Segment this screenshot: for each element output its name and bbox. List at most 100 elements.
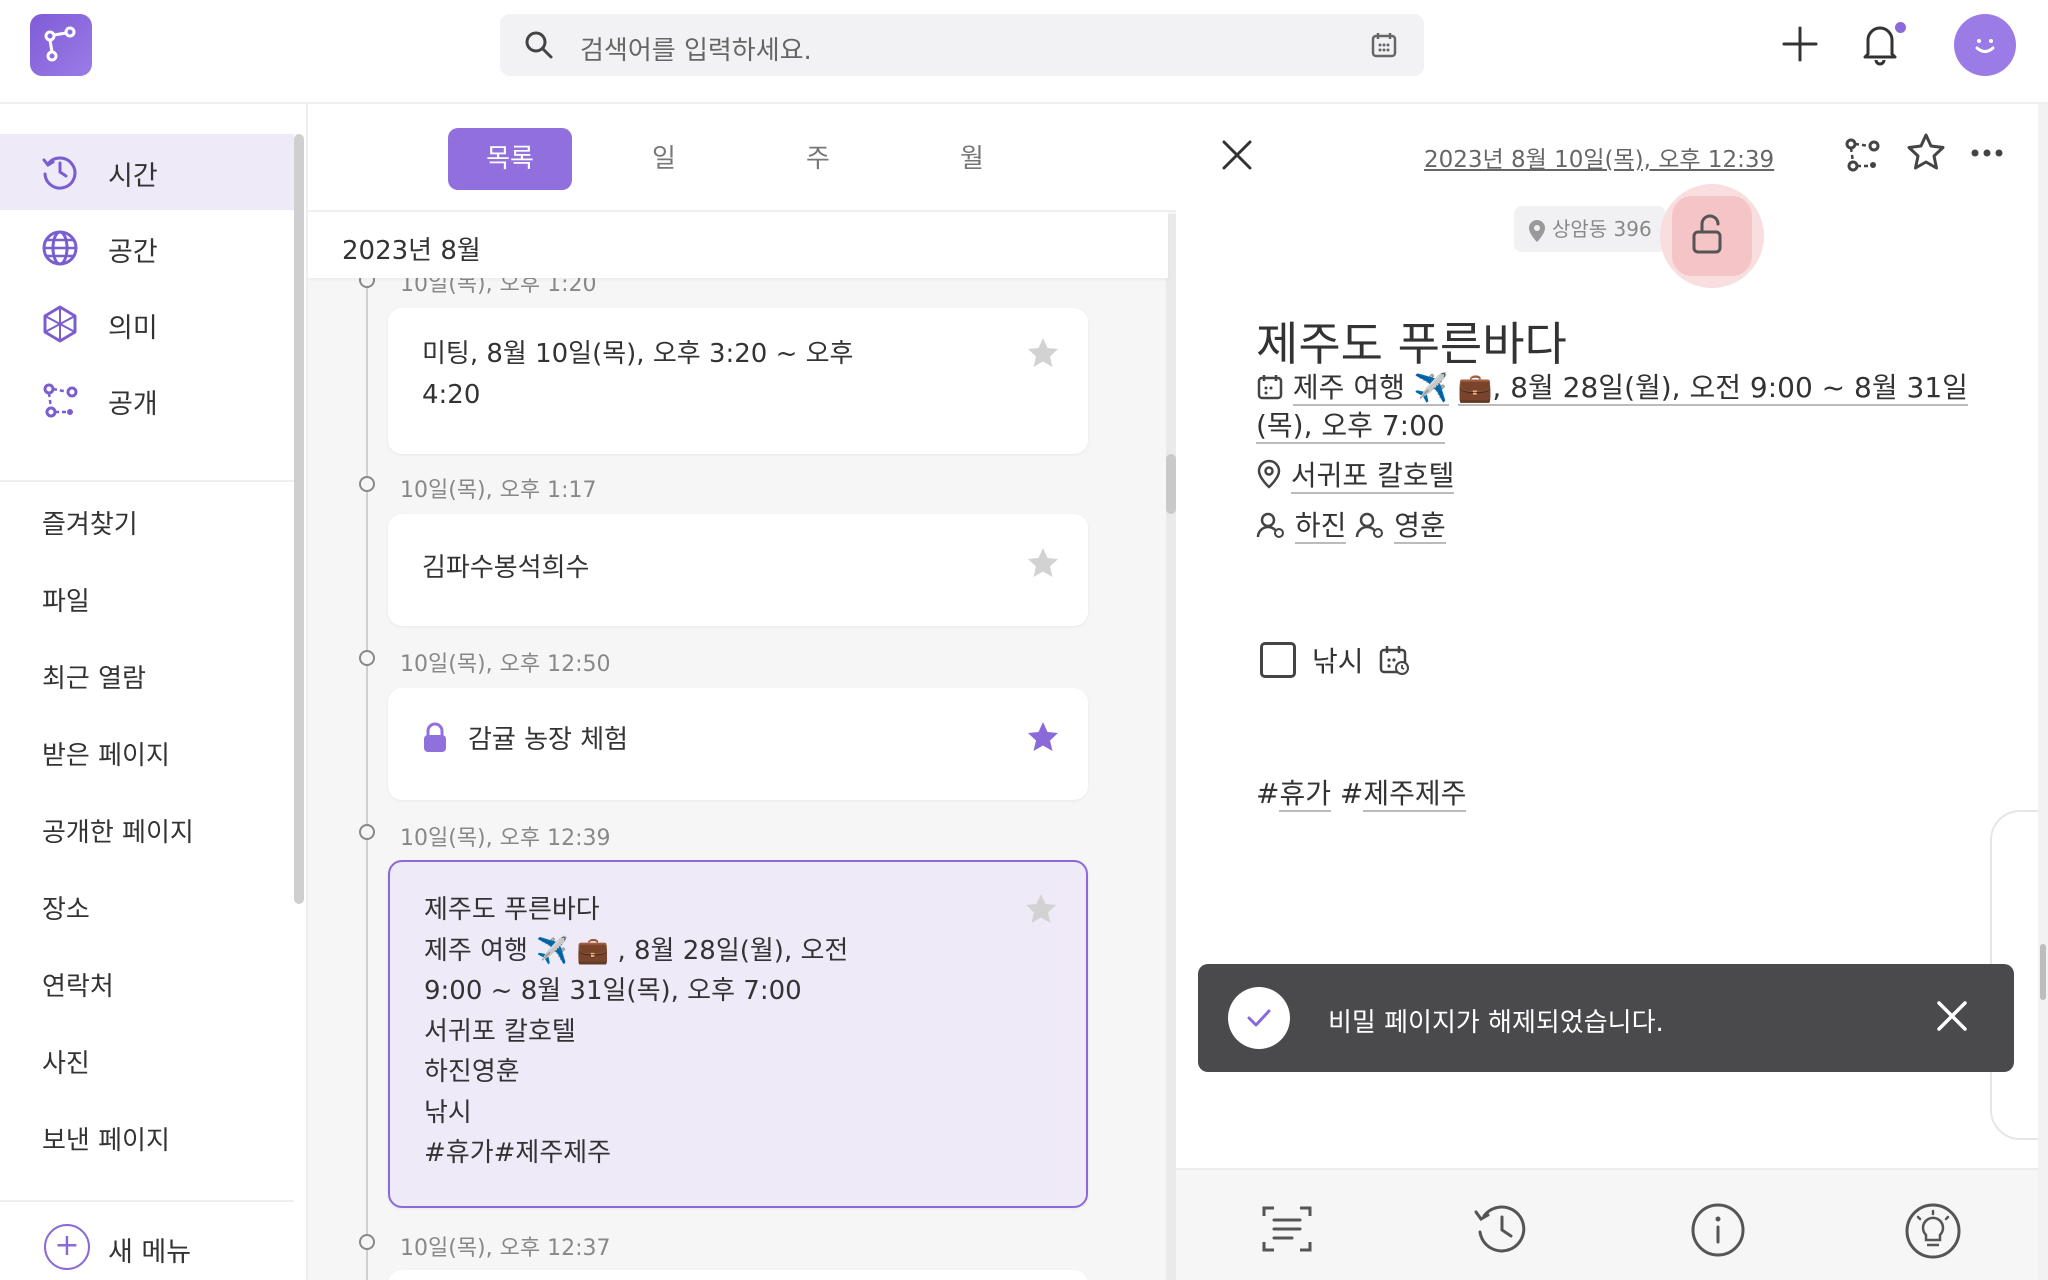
- page-date[interactable]: 2023년 8월 10일(목), 오후 12:39: [1424, 140, 1774, 174]
- sidebar-item-space[interactable]: 공간: [0, 210, 294, 286]
- list-panel: 목록 일 주 월 2023년 8월 10일(목), 오후 1:20 미팅, 8월…: [308, 104, 1176, 1280]
- event-emoji: 💼: [1457, 371, 1493, 406]
- logo-icon[interactable]: [30, 14, 92, 76]
- todo-checkbox[interactable]: [1260, 642, 1296, 678]
- event-name[interactable]: 제주 여행 ✈️: [1292, 371, 1449, 406]
- lightbulb-icon[interactable]: [1904, 1202, 1962, 1260]
- page-title[interactable]: 제주도 푸른바다: [1256, 308, 1567, 374]
- close-icon[interactable]: [1934, 998, 1970, 1034]
- close-icon[interactable]: [1220, 138, 1254, 172]
- sidebar-item-label: 공간: [108, 237, 158, 268]
- hash-symbol: #: [1256, 777, 1280, 810]
- notification-dot: [1895, 22, 1906, 33]
- event-range[interactable]: , 8월 28일(월), 오전 9:00 ~ 8월 31일: [1492, 371, 1968, 406]
- tab-day[interactable]: 일: [602, 128, 726, 190]
- hash-symbol: #: [1339, 777, 1364, 810]
- entry-text: 제주도 푸른바다 제주 여행 ✈️ 💼 , 8월 28일(월), 오전 9:00…: [424, 895, 849, 1168]
- event-range-end[interactable]: (목), 오후 7:00: [1256, 409, 1445, 444]
- divider: [0, 480, 294, 482]
- unlock-icon: [1692, 214, 1722, 254]
- sidebar-scrollbar[interactable]: [294, 134, 304, 904]
- people-line[interactable]: 하진 영훈: [1256, 506, 1446, 546]
- calendar-icon[interactable]: [1370, 31, 1398, 59]
- plus-icon[interactable]: [1780, 24, 1820, 64]
- check-circle-icon: [1228, 987, 1290, 1049]
- timeline-dot: [359, 1234, 375, 1250]
- place-line[interactable]: 서귀포 칼호텔: [1256, 456, 1455, 496]
- star-icon[interactable]: [1026, 720, 1060, 754]
- place-name[interactable]: 서귀포 칼호텔: [1290, 459, 1455, 494]
- menu-recent[interactable]: 최근 열람: [42, 658, 146, 695]
- location-pill[interactable]: 상암동 396: [1514, 206, 1666, 252]
- list-item[interactable]: [388, 1270, 1088, 1280]
- timeline-dot: [359, 476, 375, 492]
- list-item[interactable]: 감귤 농장 체험: [388, 688, 1088, 800]
- event-line-cont[interactable]: (목), 오후 7:00: [1256, 406, 1445, 446]
- list-item[interactable]: 김파수봉석희수: [388, 514, 1088, 626]
- event-line[interactable]: 제주 여행 ✈️ 💼, 8월 28일(월), 오전 9:00 ~ 8월 31일: [1256, 368, 1968, 408]
- menu-files[interactable]: 파일: [42, 581, 90, 618]
- share-network-icon[interactable]: [1842, 134, 1882, 174]
- star-icon[interactable]: [1024, 892, 1058, 926]
- sidebar-item-public[interactable]: 공개: [0, 362, 294, 438]
- unlock-button[interactable]: [1660, 184, 1764, 288]
- sidebar-item-time[interactable]: 시간: [0, 134, 294, 210]
- entry-text: 미팅, 8월 10일(목), 오후 3:20 ~ 오후 4:20: [422, 339, 854, 410]
- timeline-dot: [359, 824, 375, 840]
- list-scrollbar[interactable]: [1166, 214, 1176, 1280]
- info-icon[interactable]: [1690, 1202, 1746, 1258]
- month-header: 2023년 8월: [308, 212, 1168, 278]
- menu-contacts[interactable]: 연락처: [42, 966, 114, 1003]
- tab-list[interactable]: 목록: [448, 128, 572, 190]
- tab-week[interactable]: 주: [756, 128, 880, 190]
- sidebar-item-label: 의미: [108, 313, 158, 344]
- star-icon[interactable]: [1026, 546, 1060, 580]
- list-item-selected[interactable]: 제주도 푸른바다 제주 여행 ✈️ 💼 , 8월 28일(월), 오전 9:00…: [388, 860, 1088, 1208]
- menu-published-pages[interactable]: 공개한 페이지: [42, 812, 194, 849]
- tag[interactable]: 제주제주: [1363, 777, 1467, 812]
- menu-places[interactable]: 장소: [42, 889, 90, 926]
- person-icon: [1356, 512, 1384, 538]
- star-icon[interactable]: [1026, 336, 1060, 370]
- tag[interactable]: 휴가: [1279, 777, 1331, 812]
- toast-notification: 비밀 페이지가 해제되었습니다.: [1198, 964, 2014, 1072]
- text-scan-icon[interactable]: [1260, 1202, 1314, 1256]
- person-icon: [1256, 512, 1284, 538]
- menu-sent-pages[interactable]: 보낸 페이지: [42, 1120, 170, 1157]
- bell-icon[interactable]: [1860, 20, 1900, 66]
- network-icon: [43, 383, 78, 418]
- history-icon[interactable]: [1470, 1202, 1530, 1256]
- location-pill-text: 상암동 396: [1552, 217, 1652, 241]
- menu-favorites[interactable]: 즐겨찾기: [42, 504, 138, 541]
- globe-icon: [42, 230, 78, 266]
- person-name[interactable]: 하진: [1294, 509, 1347, 544]
- new-menu-label: 새 메뉴: [108, 1237, 192, 1268]
- tab-month[interactable]: 월: [910, 128, 1034, 190]
- view-tabs: 목록 일 주 월: [308, 104, 1176, 212]
- menu-received-pages[interactable]: 받은 페이지: [42, 735, 170, 772]
- bottom-toolbar: [1176, 1168, 2038, 1280]
- star-outline-icon[interactable]: [1906, 132, 1946, 172]
- lock-icon: [424, 722, 446, 752]
- timeline-line: [366, 274, 368, 1280]
- search-input[interactable]: 검색어를 입력하세요.: [580, 30, 812, 67]
- timeline-dot: [359, 650, 375, 666]
- menu-photos[interactable]: 사진: [42, 1043, 90, 1080]
- entry-time: 10일(목), 오후 12:39: [400, 826, 611, 851]
- new-menu-button[interactable]: + 새 메뉴: [0, 1200, 294, 1280]
- calendar-icon[interactable]: [1378, 644, 1410, 676]
- sidebar: 시간 공간 의미 공개 즐겨찾기 파일 최근 열람 받은 페이지 공개한 페이지…: [0, 104, 308, 1280]
- detail-scrollbar[interactable]: [2038, 104, 2048, 1280]
- more-icon[interactable]: [1970, 148, 2004, 158]
- search-bar[interactable]: 검색어를 입력하세요.: [500, 14, 1424, 76]
- detail-panel: 2023년 8월 10일(목), 오후 12:39 상암동 396 제주도 푸른…: [1176, 104, 2048, 1280]
- sidebar-item-meaning[interactable]: 의미: [0, 286, 294, 362]
- todo-label[interactable]: 낚시: [1312, 640, 1364, 680]
- person-name[interactable]: 영훈: [1394, 509, 1446, 544]
- avatar[interactable]: [1954, 14, 2016, 76]
- search-icon: [525, 31, 553, 59]
- list-item[interactable]: 미팅, 8월 10일(목), 오후 3:20 ~ 오후 4:20: [388, 308, 1088, 454]
- top-bar: 검색어를 입력하세요.: [0, 0, 2048, 104]
- entry-time: 10일(목), 오후 12:37: [400, 1236, 611, 1261]
- month-label: 2023년 8월: [342, 236, 481, 266]
